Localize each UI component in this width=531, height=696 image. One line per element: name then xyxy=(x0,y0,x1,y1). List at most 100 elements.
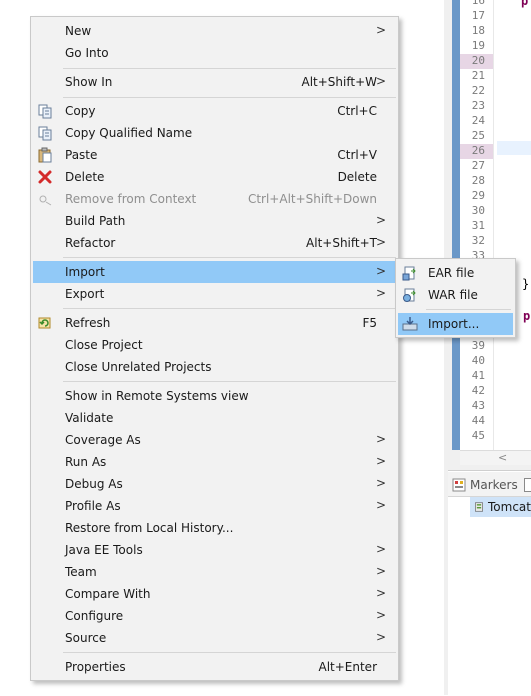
submenu-arrow-icon: > xyxy=(375,476,386,490)
line-number: 41 xyxy=(471,369,485,382)
properties-tab-icon[interactable] xyxy=(524,478,531,492)
menu-item-compare-with[interactable]: Compare With > xyxy=(33,583,396,605)
code-token: } xyxy=(522,277,530,291)
menu-item-refactor[interactable]: Refactor Alt+Shift+T > xyxy=(33,232,396,254)
menu-item-properties[interactable]: Properties Alt+Enter xyxy=(33,656,396,678)
refresh-icon xyxy=(38,317,51,329)
code-token: p xyxy=(521,0,529,8)
menu-separator xyxy=(63,308,396,309)
delete-icon xyxy=(38,170,52,184)
ear-file-icon xyxy=(402,266,416,281)
submenu-separator xyxy=(426,309,511,310)
menu-item-remove-from-context: Remove from Context Ctrl+Alt+Shift+Down xyxy=(33,188,396,210)
line-number: 32 xyxy=(471,234,485,247)
menu-item-validate[interactable]: Validate xyxy=(33,407,396,429)
line-number: 30 xyxy=(471,204,485,217)
menu-item-coverage-as[interactable]: Coverage As > xyxy=(33,429,396,451)
submenu-arrow-icon: > xyxy=(375,235,386,249)
submenu-arrow-icon: > xyxy=(375,23,386,37)
line-number: 44 xyxy=(471,414,485,427)
menu-separator xyxy=(63,381,396,382)
menu-item-debug-as[interactable]: Debug As > xyxy=(33,473,396,495)
submenu-item-war-file[interactable]: WAR file xyxy=(398,284,513,306)
line-number: 19 xyxy=(471,39,485,52)
submenu-arrow-icon: > xyxy=(375,586,386,600)
submenu-arrow-icon: > xyxy=(375,74,386,88)
menu-item-copy-qualified-name[interactable]: Copy Qualified Name xyxy=(33,122,396,144)
server-label: Tomcat xyxy=(488,500,531,514)
menu-separator xyxy=(63,257,396,258)
menu-item-configure[interactable]: Configure > xyxy=(33,605,396,627)
war-file-icon xyxy=(403,288,416,302)
code-editor[interactable] xyxy=(493,0,531,450)
menu-item-restore-from-local-history[interactable]: Restore from Local History... xyxy=(33,517,396,539)
server-icon xyxy=(475,502,483,512)
tab-markers[interactable]: Markers xyxy=(452,476,518,494)
submenu-arrow-icon: > xyxy=(375,564,386,578)
paste-icon xyxy=(38,147,52,163)
copy-icon xyxy=(38,104,52,119)
scroll-left-arrow[interactable]: < xyxy=(498,451,507,464)
current-line-highlight xyxy=(497,141,531,155)
line-number: 21 xyxy=(471,69,485,82)
menu-item-copy[interactable]: Copy Ctrl+C xyxy=(33,100,396,122)
horizontal-scrollbar[interactable]: < xyxy=(460,450,531,465)
line-number: 16 xyxy=(471,0,485,7)
line-number: 26 xyxy=(471,144,485,157)
line-number: 22 xyxy=(471,84,485,97)
menu-item-import[interactable]: Import > xyxy=(33,261,396,283)
menu-item-source[interactable]: Source > xyxy=(33,627,396,649)
menu-item-show-in-remote-systems[interactable]: Show in Remote Systems view xyxy=(33,385,396,407)
submenu-arrow-icon: > xyxy=(375,286,386,300)
menu-item-delete[interactable]: Delete Delete xyxy=(33,166,396,188)
panel-tabbar: Markers xyxy=(448,472,531,497)
menu-item-team[interactable]: Team > xyxy=(33,561,396,583)
submenu-item-import-wizard[interactable]: Import... xyxy=(398,313,513,335)
submenu-arrow-icon: > xyxy=(375,542,386,556)
submenu-arrow-icon: > xyxy=(375,432,386,446)
line-number: 42 xyxy=(471,384,485,397)
line-number: 40 xyxy=(471,354,485,367)
menu-item-refresh[interactable]: Refresh F5 xyxy=(33,312,396,334)
menu-item-close-unrelated-projects[interactable]: Close Unrelated Projects xyxy=(33,356,396,378)
menu-item-close-project[interactable]: Close Project xyxy=(33,334,396,356)
line-number-gutter: 1617181920212223242526272829303132333435… xyxy=(460,0,493,450)
copy-qualified-name-icon xyxy=(38,126,52,141)
line-number: 24 xyxy=(471,114,485,127)
line-number: 43 xyxy=(471,399,485,412)
menu-item-java-ee-tools[interactable]: Java EE Tools > xyxy=(33,539,396,561)
line-number: 31 xyxy=(471,219,485,232)
menu-separator xyxy=(63,97,396,98)
menu-item-paste[interactable]: Paste Ctrl+V xyxy=(33,144,396,166)
line-number: 29 xyxy=(471,189,485,202)
tab-markers-label: Markers xyxy=(470,478,518,492)
editor-ruler xyxy=(452,0,460,450)
markers-icon xyxy=(452,478,466,492)
line-number: 39 xyxy=(471,339,485,352)
submenu-arrow-icon: > xyxy=(375,498,386,512)
line-number: 20 xyxy=(471,54,485,67)
menu-item-export[interactable]: Export > xyxy=(33,283,396,305)
line-number: 23 xyxy=(471,99,485,112)
menu-item-show-in[interactable]: Show In Alt+Shift+W > xyxy=(33,71,396,93)
server-list-item[interactable]: Tomcat xyxy=(470,497,531,517)
line-number: 17 xyxy=(471,9,485,22)
menu-item-run-as[interactable]: Run As > xyxy=(33,451,396,473)
line-number: 45 xyxy=(471,429,485,442)
menu-item-new[interactable]: New > xyxy=(33,20,396,42)
submenu-arrow-icon: > xyxy=(375,213,386,227)
context-menu: New > Go Into Show In Alt+Shift+W > Copy… xyxy=(30,16,399,681)
menu-item-profile-as[interactable]: Profile As > xyxy=(33,495,396,517)
line-number: 18 xyxy=(471,24,485,37)
menu-item-go-into[interactable]: Go Into xyxy=(33,42,396,64)
submenu-arrow-icon: > xyxy=(375,630,386,644)
menu-separator xyxy=(63,652,396,653)
menu-item-build-path[interactable]: Build Path > xyxy=(33,210,396,232)
submenu-item-ear-file[interactable]: EAR file xyxy=(398,262,513,284)
line-number: 28 xyxy=(471,174,485,187)
remove-from-context-icon xyxy=(39,195,52,206)
line-number: 27 xyxy=(471,159,485,172)
menu-separator xyxy=(63,68,396,69)
import-wizard-icon xyxy=(402,317,418,331)
code-token: p xyxy=(523,309,531,323)
